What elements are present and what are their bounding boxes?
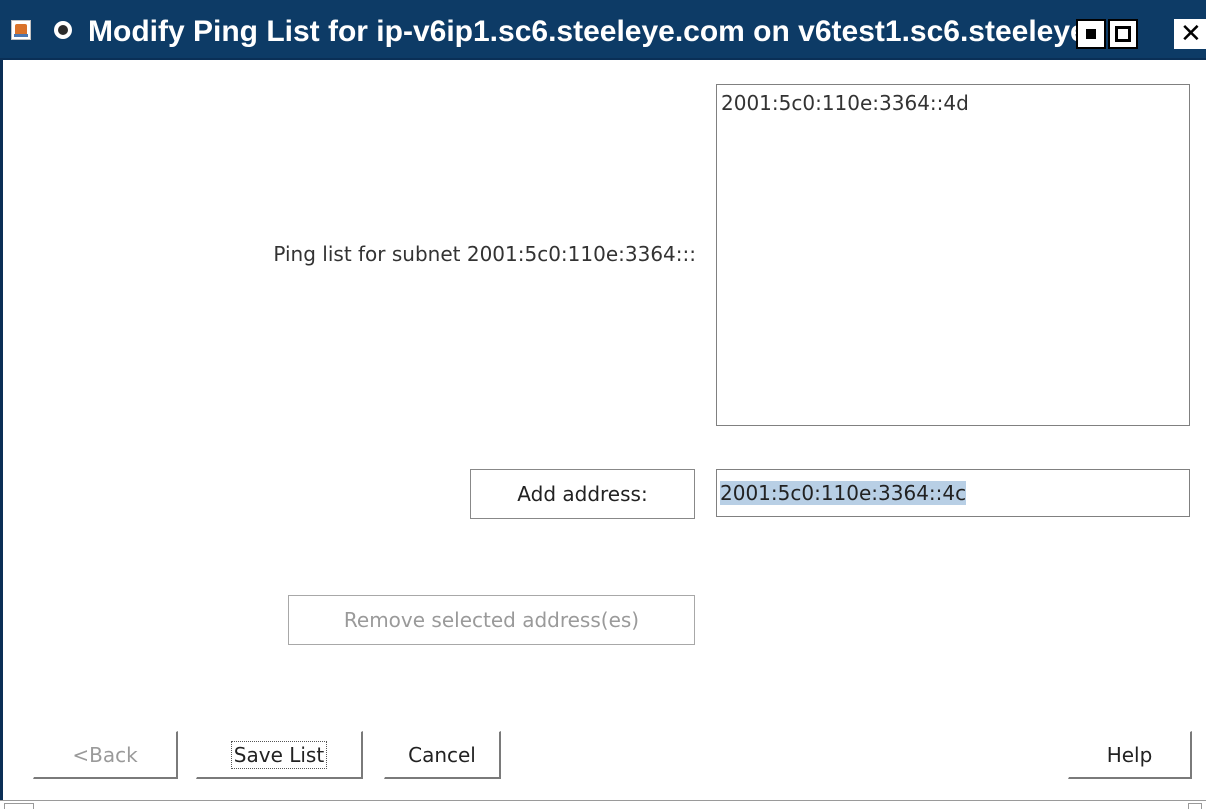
cancel-button[interactable]: Cancel (384, 731, 501, 779)
modify-ping-list-dialog: Modify Ping List for ip-v6ip1.sc6.steele… (0, 0, 1206, 809)
save-list-button[interactable]: Save List (196, 731, 363, 779)
ping-address-list[interactable]: 2001:5c0:110e:3364::4d (716, 84, 1190, 426)
maximize-button[interactable] (1108, 19, 1138, 49)
back-button[interactable]: <Back (33, 731, 178, 779)
close-icon: ✕ (1180, 19, 1202, 49)
remove-selected-button[interactable]: Remove selected address(es) (288, 595, 695, 645)
window-title: Modify Ping List for ip-v6ip1.sc6.steele… (88, 15, 1078, 48)
help-button[interactable]: Help (1068, 731, 1192, 779)
minimize-icon (1086, 29, 1096, 39)
maximize-icon (1115, 26, 1131, 42)
add-address-button[interactable]: Add address: (470, 469, 695, 519)
window-left-border (0, 60, 3, 808)
java-app-icon[interactable] (11, 20, 31, 40)
app-globe-icon (54, 21, 72, 39)
title-bar[interactable]: Modify Ping List for ip-v6ip1.sc6.steele… (0, 0, 1206, 60)
minimize-button[interactable] (1076, 19, 1106, 49)
window-bottom-edge (0, 800, 1206, 809)
address-input-value: 2001:5c0:110e:3364::4c (720, 481, 967, 505)
list-item[interactable]: 2001:5c0:110e:3364::4d (721, 91, 969, 115)
address-input[interactable]: 2001:5c0:110e:3364::4c (716, 469, 1190, 517)
ping-list-label: Ping list for subnet 2001:5c0:110e:3364:… (273, 242, 696, 266)
close-button[interactable]: ✕ (1174, 19, 1206, 49)
save-list-label: Save List (230, 741, 328, 769)
